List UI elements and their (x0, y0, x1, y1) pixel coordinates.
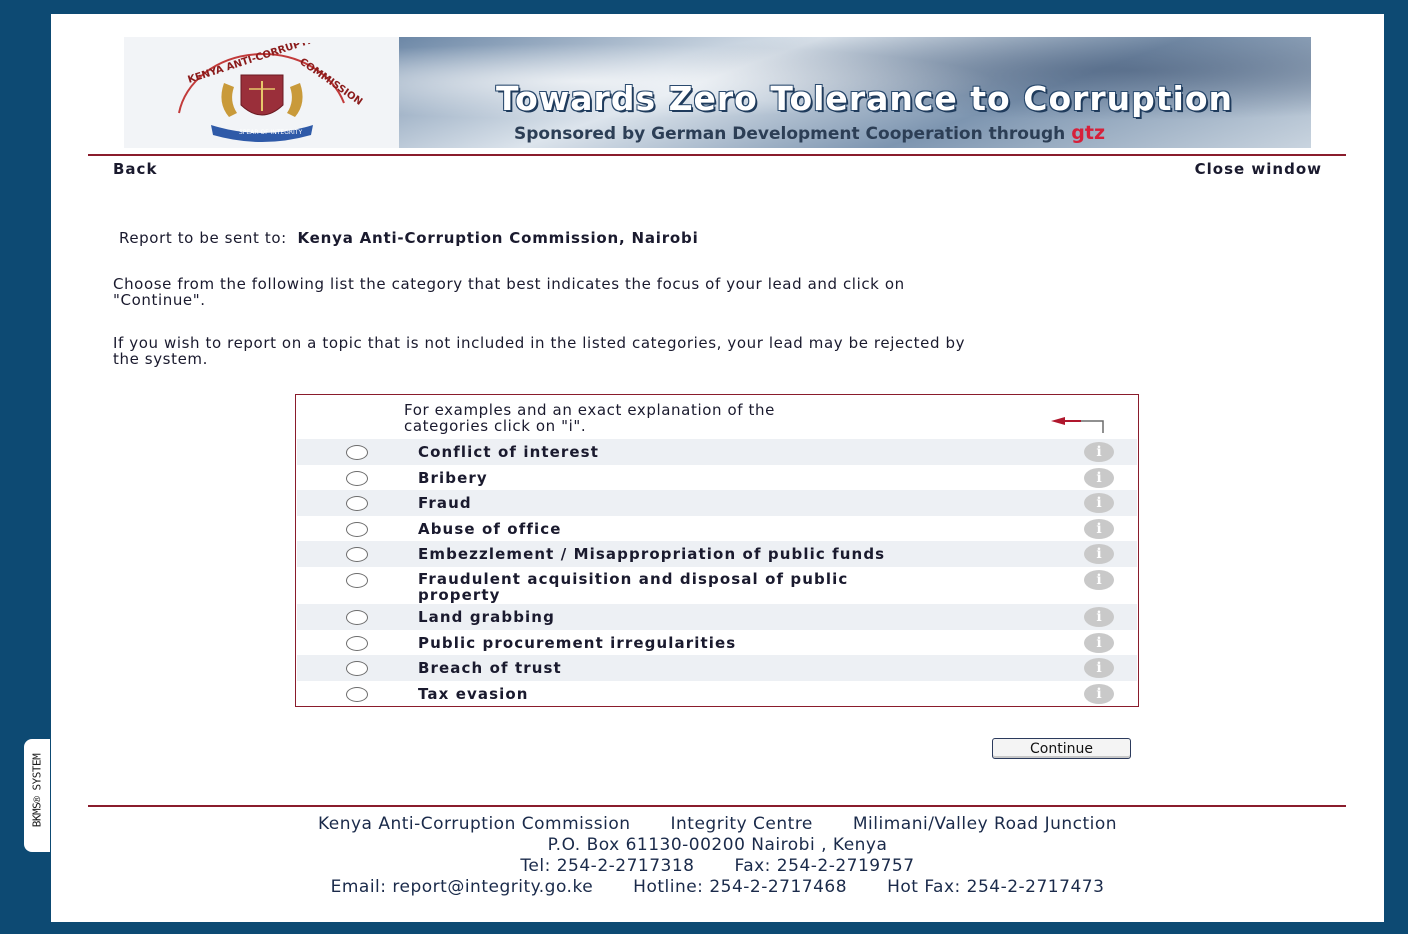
radio-fraudulent-acquisition[interactable] (346, 573, 368, 588)
category-row-public-procurement[interactable]: Public procurement irregularities i (297, 630, 1137, 655)
radio-fraud[interactable] (346, 496, 368, 511)
footer-contact: Kenya Anti-Corruption Commission Integrit… (51, 814, 1384, 898)
banner-headline: Towards Zero Tolerance to Corruption (496, 79, 1234, 118)
top-divider (88, 154, 1346, 156)
footer-address-line: Kenya Anti-Corruption Commission Integrit… (51, 814, 1384, 835)
radio-tax-evasion[interactable] (346, 687, 368, 702)
footer-location: Milimani/Valley Road Junction (852, 814, 1118, 834)
category-hint-line1: For examples and an exact explanation of… (404, 401, 775, 419)
close-window-link[interactable]: Close window (1195, 160, 1322, 178)
category-row-conflict-of-interest[interactable]: Conflict of interest i (297, 439, 1137, 465)
category-label-line2[interactable]: property (418, 586, 501, 604)
footer-pobox: P.O. Box 61130-00200 Nairobi , Kenya (547, 835, 888, 855)
header-banner: KENYA ANTI-CORRUPTION COMMISSION SPEAR O… (124, 37, 1311, 148)
instruction-choose: Choose from the following list the categ… (113, 276, 905, 308)
continue-button[interactable]: Continue (992, 738, 1131, 759)
category-hint: For examples and an exact explanation of… (404, 402, 964, 434)
category-list: For examples and an exact explanation of… (295, 394, 1139, 707)
radio-abuse-of-office[interactable] (346, 522, 368, 537)
instruction-choose-line1: Choose from the following list the categ… (113, 275, 905, 293)
category-label[interactable]: Bribery (418, 470, 1058, 486)
footer-fax: Fax: 254-2-2719757 (734, 856, 915, 876)
category-label[interactable]: Land grabbing (418, 609, 1058, 625)
category-label[interactable]: Fraud (418, 495, 1058, 511)
instruction-warning-line1: If you wish to report on a topic that is… (113, 334, 966, 352)
footer-org: Kenya Anti-Corruption Commission (317, 814, 631, 834)
category-label[interactable]: Public procurement irregularities (418, 635, 1058, 651)
info-icon[interactable]: i (1084, 684, 1114, 704)
recipient-line: Report to be sent to: Kenya Anti-Corrupt… (119, 230, 699, 246)
category-label[interactable]: Fraudulent acquisition and disposal of p… (418, 571, 1058, 603)
footer-building: Integrity Centre (670, 814, 813, 834)
arrow-icon (1051, 417, 1104, 433)
footer-phone-line: Tel: 254-2-2717318 Fax: 254-2-2719757 (51, 856, 1384, 877)
category-row-embezzlement[interactable]: Embezzlement / Misappropriation of publi… (297, 541, 1137, 567)
info-icon[interactable]: i (1084, 493, 1114, 513)
radio-bribery[interactable] (346, 471, 368, 486)
category-row-fraudulent-acquisition[interactable]: Fraudulent acquisition and disposal of p… (297, 567, 1137, 604)
footer-tel: Tel: 254-2-2717318 (520, 856, 695, 876)
category-row-land-grabbing[interactable]: Land grabbing i (297, 604, 1137, 630)
recipient-name: Kenya Anti-Corruption Commission, Nairob… (297, 229, 699, 247)
radio-embezzlement[interactable] (346, 547, 368, 562)
svg-text:COMMISSION: COMMISSION (297, 56, 364, 107)
footer-hotline: Hotline: 254-2-2717468 (633, 877, 848, 897)
back-link[interactable]: Back (113, 160, 157, 178)
footer-email-line: Email: report@integrity.go.ke Hotline: 25… (51, 877, 1384, 898)
category-row-breach-of-trust[interactable]: Breach of trust i (297, 655, 1137, 681)
info-icon[interactable]: i (1084, 468, 1114, 488)
info-icon[interactable]: i (1084, 570, 1114, 590)
info-icon[interactable]: i (1084, 519, 1114, 539)
category-hint-line2: categories click on "i". (404, 417, 587, 435)
sponsor-text: Sponsored by German Development Cooperat… (514, 124, 1066, 144)
category-label[interactable]: Abuse of office (418, 521, 1058, 537)
logo-area: KENYA ANTI-CORRUPTION COMMISSION SPEAR O… (124, 37, 399, 148)
instruction-choose-line2: "Continue". (113, 291, 206, 309)
bkms-badge-label: BKMS® SYSTEM (30, 753, 44, 828)
category-row-bribery[interactable]: Bribery i (297, 465, 1137, 490)
category-label[interactable]: Embezzlement / Misappropriation of publi… (418, 546, 1058, 562)
footer-email: Email: report@integrity.go.ke (330, 877, 594, 897)
radio-conflict-of-interest[interactable] (346, 445, 368, 460)
footer-divider (88, 805, 1346, 807)
footer-hotfax: Hot Fax: 254-2-2717473 (887, 877, 1105, 897)
category-row-abuse-of-office[interactable]: Abuse of office i (297, 516, 1137, 541)
category-label[interactable]: Tax evasion (418, 686, 1058, 702)
kacc-seal-logo: KENYA ANTI-CORRUPTION COMMISSION SPEAR O… (178, 43, 364, 142)
category-label[interactable]: Conflict of interest (418, 444, 1058, 460)
recipient-prefix: Report to be sent to: (119, 229, 287, 247)
category-row-tax-evasion[interactable]: Tax evasion i (297, 681, 1137, 705)
info-icon[interactable]: i (1084, 658, 1114, 678)
category-label[interactable]: Breach of trust (418, 660, 1058, 676)
page-panel: KENYA ANTI-CORRUPTION COMMISSION SPEAR O… (51, 14, 1384, 922)
instruction-warning-line2: the system. (113, 350, 208, 368)
info-icon[interactable]: i (1084, 607, 1114, 627)
info-icon[interactable]: i (1084, 544, 1114, 564)
radio-public-procurement[interactable] (346, 636, 368, 651)
banner-sponsor: Sponsored by German Development Cooperat… (514, 122, 1105, 144)
radio-land-grabbing[interactable] (346, 610, 368, 625)
info-icon[interactable]: i (1084, 633, 1114, 653)
info-icon[interactable]: i (1084, 442, 1114, 462)
gtz-logo: gtz (1071, 122, 1106, 144)
instruction-warning: If you wish to report on a topic that is… (113, 335, 965, 367)
radio-breach-of-trust[interactable] (346, 661, 368, 676)
category-row-fraud[interactable]: Fraud i (297, 490, 1137, 516)
seal-motto: SPEAR OF INTEGRITY (239, 129, 302, 136)
bkms-system-badge: BKMS® SYSTEM (24, 739, 50, 852)
